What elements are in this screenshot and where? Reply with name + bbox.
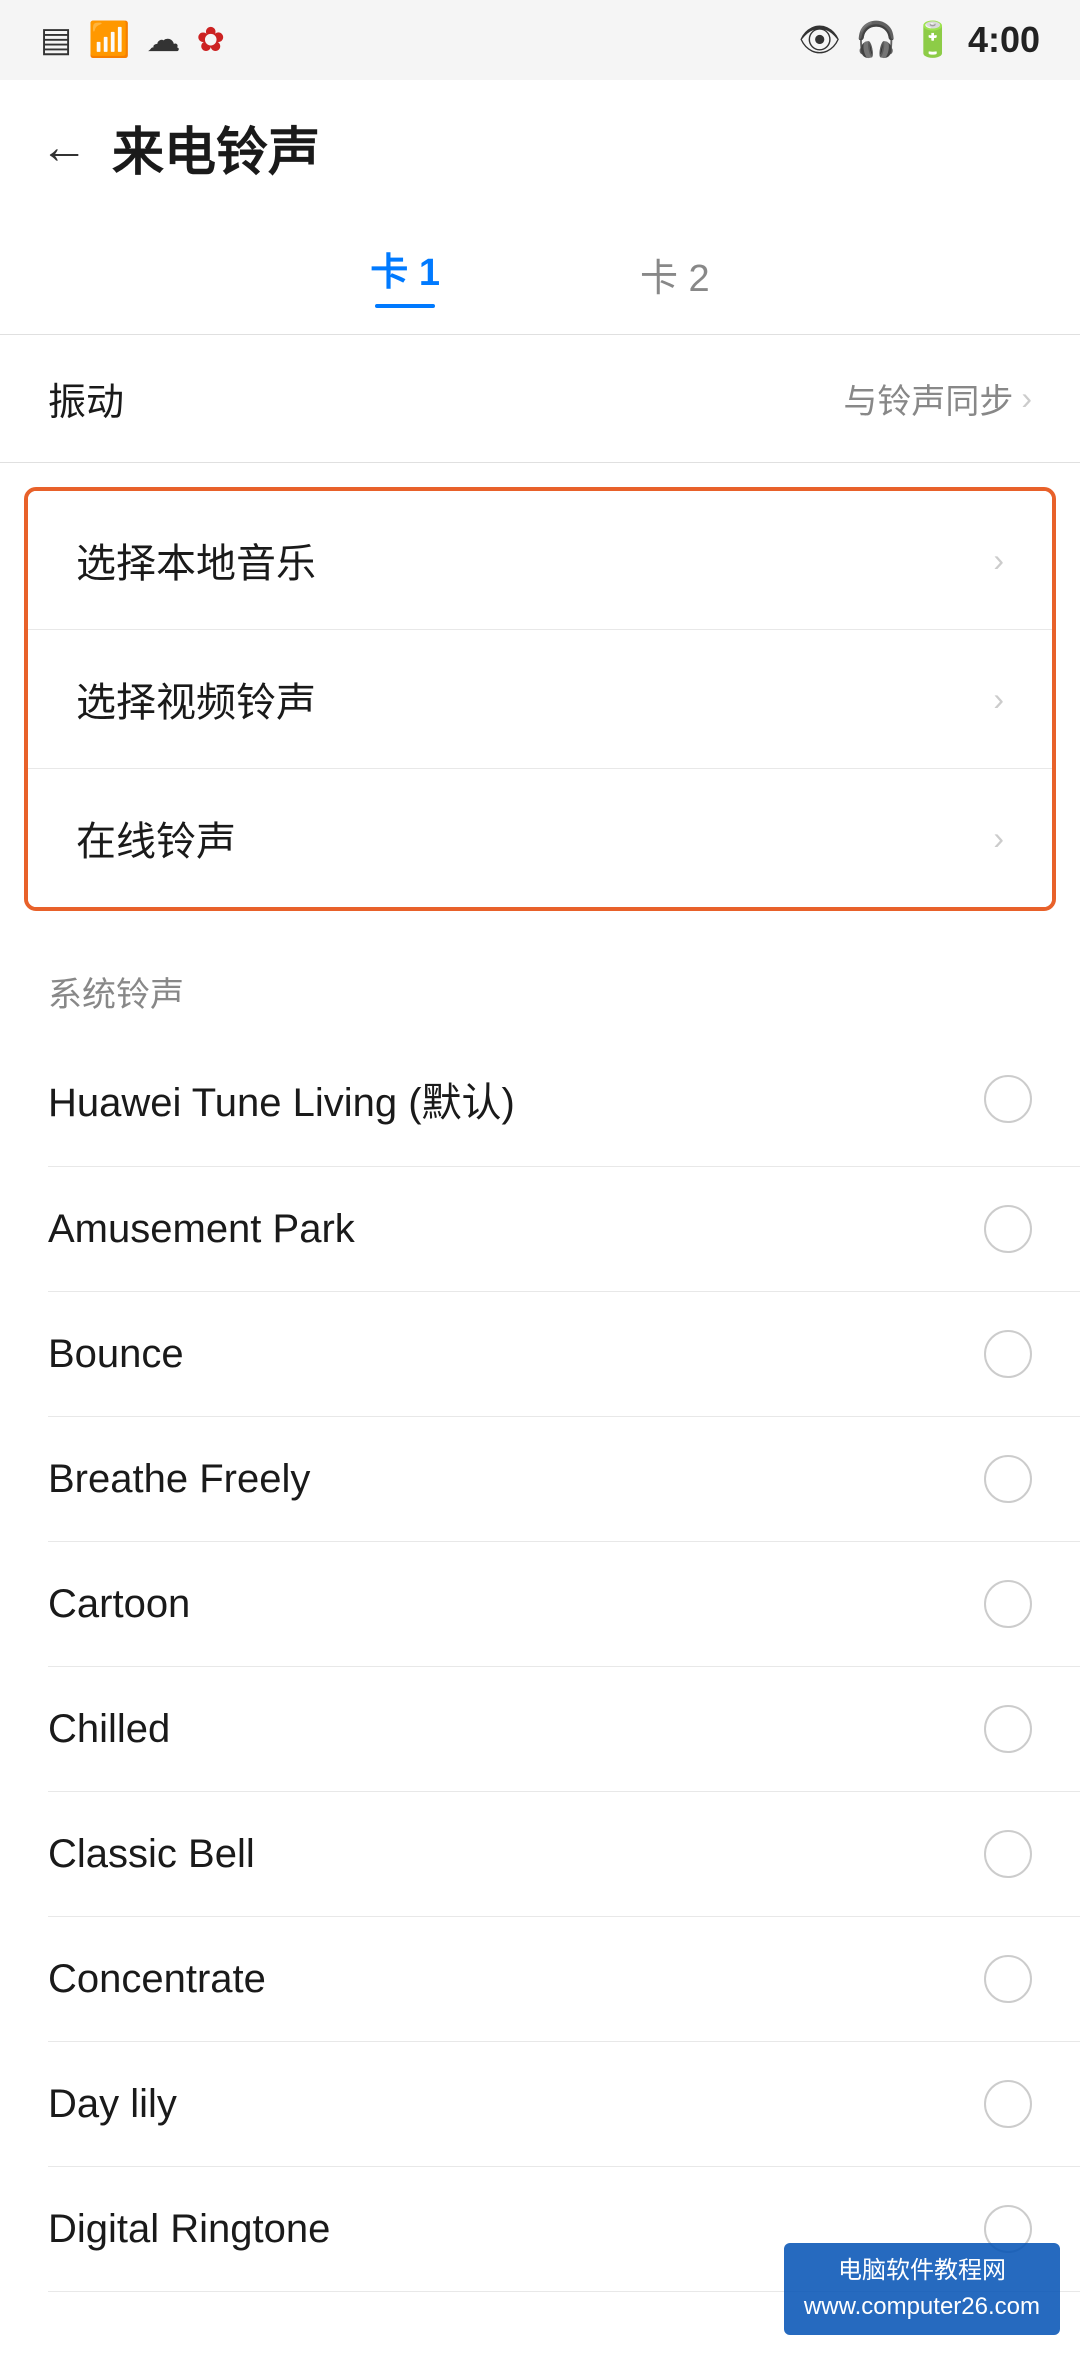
battery-full-icon: 🔋 <box>912 20 954 60</box>
local-music-row[interactable]: 选择本地音乐 › <box>28 491 1052 629</box>
tab-bar: 卡 1 卡 2 <box>0 205 1080 334</box>
ringtone-name: Concentrate <box>48 1957 266 2002</box>
huawei-icon: ✿ <box>196 20 225 60</box>
cloud-icon: ☁ <box>146 20 180 60</box>
sim-icon: ▤ <box>40 20 72 60</box>
options-highlight-box: 选择本地音乐 › 选择视频铃声 › 在线铃声 › <box>24 487 1056 911</box>
status-left-icons: ▤ 📶 ☁ ✿ <box>40 20 225 60</box>
list-item[interactable]: Amusement Park <box>0 1167 1080 1291</box>
radio-button[interactable] <box>984 1330 1032 1378</box>
tab-card1[interactable]: 卡 1 <box>330 225 480 324</box>
ringtone-list: Huawei Tune Living (默认) Amusement Park B… <box>0 1032 1080 2292</box>
ringtone-name: Breathe Freely <box>48 1457 310 1502</box>
ringtone-name: Day lily <box>48 2082 177 2127</box>
radio-button[interactable] <box>984 2080 1032 2128</box>
local-music-label: 选择本地音乐 <box>76 531 316 589</box>
video-ringtone-chevron-icon: › <box>993 681 1004 718</box>
radio-button[interactable] <box>984 1580 1032 1628</box>
ringtone-name: Bounce <box>48 1332 184 1377</box>
wifi-icon: 📶 <box>88 20 130 60</box>
list-item[interactable]: Day lily <box>0 2042 1080 2166</box>
ringtone-name: Amusement Park <box>48 1207 355 1252</box>
online-ringtone-chevron-icon: › <box>993 820 1004 857</box>
list-item[interactable]: Cartoon <box>0 1542 1080 1666</box>
online-ringtone-row[interactable]: 在线铃声 › <box>28 769 1052 907</box>
vibration-divider <box>0 462 1080 463</box>
list-item[interactable]: Bounce <box>0 1292 1080 1416</box>
ringtone-name: Cartoon <box>48 1582 190 1627</box>
watermark: 电脑软件教程网www.computer26.com <box>784 2243 1060 2335</box>
tab-card2-label: 卡 2 <box>640 247 710 302</box>
list-item[interactable]: Classic Bell <box>0 1792 1080 1916</box>
radio-button[interactable] <box>984 1830 1032 1878</box>
ringtone-name: Huawei Tune Living (默认) <box>48 1070 515 1128</box>
tab-card2[interactable]: 卡 2 <box>600 231 750 318</box>
radio-button[interactable] <box>984 1955 1032 2003</box>
ringtone-name: Digital Ringtone <box>48 2207 330 2252</box>
vibration-value-text: 与铃声同步 <box>843 374 1013 423</box>
page-header: ← 来电铃声 <box>0 80 1080 205</box>
vibration-label: 振动 <box>48 371 124 426</box>
radio-button[interactable] <box>984 1455 1032 1503</box>
list-item[interactable]: Concentrate <box>0 1917 1080 2041</box>
list-item[interactable]: Chilled <box>0 1667 1080 1791</box>
radio-button[interactable] <box>984 1075 1032 1123</box>
online-ringtone-label: 在线铃声 <box>76 809 236 867</box>
list-item[interactable]: Huawei Tune Living (默认) <box>0 1032 1080 1166</box>
list-item[interactable]: Breathe Freely <box>0 1417 1080 1541</box>
eye-icon: 👁 <box>798 20 841 60</box>
headphone-icon: 🎧 <box>855 20 897 60</box>
vibration-chevron-icon: › <box>1021 380 1032 417</box>
local-music-chevron-icon: › <box>993 542 1004 579</box>
back-button[interactable]: ← <box>40 120 88 175</box>
system-ringtones-label: 系统铃声 <box>48 976 184 1014</box>
ringtone-name: Chilled <box>48 1707 170 1752</box>
ringtone-name: Classic Bell <box>48 1832 255 1877</box>
clock-display: 4:00 <box>968 19 1040 61</box>
vibration-value-group: 与铃声同步 › <box>843 374 1032 423</box>
video-ringtone-label: 选择视频铃声 <box>76 670 316 728</box>
radio-button[interactable] <box>984 1205 1032 1253</box>
video-ringtone-row[interactable]: 选择视频铃声 › <box>28 630 1052 768</box>
system-ringtones-header: 系统铃声 <box>0 935 1080 1032</box>
status-bar: ▤ 📶 ☁ ✿ 👁 🎧 🔋 4:00 <box>0 0 1080 80</box>
page-title: 来电铃声 <box>112 110 320 185</box>
status-right-icons: 👁 🎧 🔋 4:00 <box>798 19 1040 61</box>
radio-button[interactable] <box>984 1705 1032 1753</box>
vibration-row[interactable]: 振动 与铃声同步 › <box>0 335 1080 462</box>
tab-card1-label: 卡 1 <box>370 241 440 296</box>
tab-card1-underline <box>375 304 435 308</box>
